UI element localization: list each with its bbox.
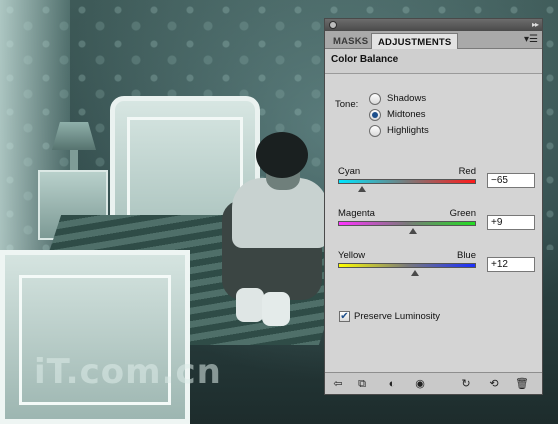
magenta-green-slider: Magenta Green <box>338 208 476 234</box>
green-label: Green <box>449 208 476 219</box>
cyan-red-value-field[interactable]: −65 <box>487 173 535 188</box>
adjustment-title: Color Balance <box>331 54 399 65</box>
cyan-red-track[interactable] <box>338 179 476 184</box>
preserve-luminosity-checkbox[interactable]: ✔ <box>339 311 350 322</box>
yellow-blue-thumb[interactable] <box>411 270 420 276</box>
yellow-blue-value-field[interactable]: +12 <box>487 257 535 272</box>
radio-shadows-label[interactable]: Shadows <box>387 93 426 104</box>
trash-icon[interactable]: 🗑 <box>515 377 529 391</box>
radio-midtones-label[interactable]: Midtones <box>387 109 426 120</box>
yellow-blue-slider: Yellow Blue <box>338 250 476 276</box>
blue-label: Blue <box>456 250 476 261</box>
red-label: Red <box>458 166 476 177</box>
tab-masks[interactable]: MASKS <box>327 33 374 49</box>
lamp-base <box>70 150 78 172</box>
magenta-green-track[interactable] <box>338 221 476 226</box>
radio-shadows[interactable] <box>369 93 381 105</box>
panel-tabs: MASKS ADJUSTMENTS ▾☰ <box>325 31 542 49</box>
panel-titlebar[interactable]: ▸▸ <box>325 19 542 31</box>
adjustments-panel: ▸▸ MASKS ADJUSTMENTS ▾☰ Color Balance To… <box>324 18 543 395</box>
cyan-red-thumb[interactable] <box>358 186 367 192</box>
eye-icon[interactable]: ◉ <box>413 377 427 391</box>
mask-toggle-icon[interactable]: ◐ <box>385 377 399 391</box>
close-panel-button[interactable] <box>329 21 337 29</box>
magenta-label: Magenta <box>338 208 375 219</box>
radio-midtones[interactable] <box>369 109 381 121</box>
clip-to-layer-icon[interactable]: ⧉ <box>355 377 369 391</box>
watermark-logo: iT.com.cn <box>34 352 222 392</box>
boy-shoe-left <box>236 288 264 322</box>
preserve-luminosity-label[interactable]: Preserve Luminosity <box>354 311 440 322</box>
radio-highlights-label[interactable]: Highlights <box>387 125 429 136</box>
boy-shoe-right <box>262 292 290 326</box>
cyan-label: Cyan <box>338 166 361 177</box>
tab-adjustments[interactable]: ADJUSTMENTS <box>371 33 459 49</box>
previous-state-icon[interactable]: ↻ <box>459 377 473 391</box>
tone-label: Tone: <box>335 99 359 110</box>
collapse-panel-icon[interactable]: ▸▸ <box>532 21 539 29</box>
panel-footer: ⇦ ⧉ ◐ ◉ ↻ ⟲ 🗑 <box>325 372 542 394</box>
bed-footboard <box>0 250 190 424</box>
magenta-green-thumb[interactable] <box>409 228 418 234</box>
adjustment-header: Color Balance <box>325 49 542 74</box>
cyan-red-slider: Cyan Red <box>338 166 476 192</box>
yellow-blue-track[interactable] <box>338 263 476 268</box>
yellow-label: Yellow <box>338 250 366 261</box>
reset-icon[interactable]: ⟲ <box>487 377 501 391</box>
radio-highlights[interactable] <box>369 125 381 137</box>
panel-menu-icon[interactable]: ▾☰ <box>524 34 538 45</box>
back-arrow-icon[interactable]: ⇦ <box>331 377 345 391</box>
boy-hair <box>256 132 308 178</box>
magenta-green-value-field[interactable]: +9 <box>487 215 535 230</box>
